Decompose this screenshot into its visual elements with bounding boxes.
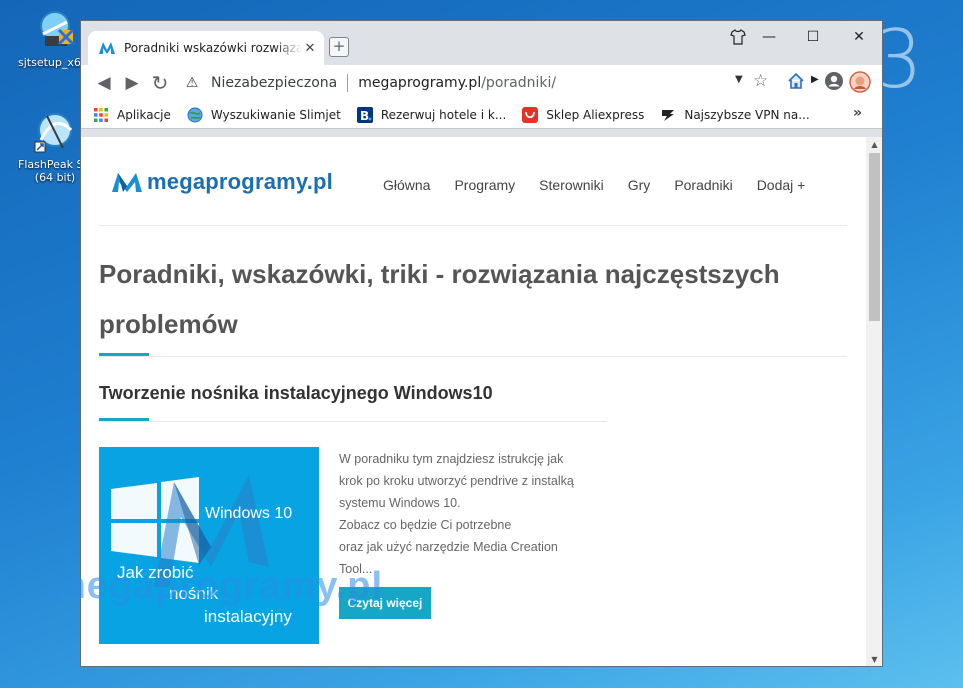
warning-icon[interactable]: ⚠ xyxy=(183,75,201,91)
description-line: oraz jak użyć narzędzie Media Creation xyxy=(339,540,558,554)
megaprogramy-favicon xyxy=(99,42,115,54)
window-close-button[interactable]: ✕ xyxy=(845,25,873,49)
tshirt-icon[interactable] xyxy=(724,25,752,49)
site-logo[interactable]: megaprogramy.pl xyxy=(111,169,333,195)
web-page: megaprogramy.pl Główna Programy Sterowni… xyxy=(81,137,868,666)
description-line: Tool... xyxy=(339,562,373,576)
bookmark-label: Wyszukiwanie Slimjet xyxy=(210,107,341,122)
tab-title: Poradniki wskazówki rozwiązania n xyxy=(124,41,302,55)
caret-right-icon[interactable]: ▶ xyxy=(811,74,819,85)
logo-text: megaprogramy.pl xyxy=(147,169,333,194)
omnibox-separator xyxy=(347,74,349,92)
bookmark-label: Najszybsze VPN na... xyxy=(684,107,810,122)
bookmark-slimjet-search[interactable]: Wyszukiwanie Slimjet xyxy=(187,107,341,123)
profile-icon[interactable] xyxy=(824,71,844,95)
title-divider xyxy=(99,356,847,357)
apps-grid-icon xyxy=(94,107,108,122)
thumbnail-line1: Jak zrobić xyxy=(117,563,194,582)
menu-item-poradniki[interactable]: Poradniki xyxy=(674,177,732,193)
back-button[interactable]: ◀ xyxy=(91,70,117,96)
thumbnail-brand: Windows 10 xyxy=(205,505,293,522)
main-menu: Główna Programy Sterowniki Gry Poradniki… xyxy=(371,177,817,193)
read-more-button[interactable]: Czytaj więcej xyxy=(339,587,431,619)
globe-icon xyxy=(33,110,77,154)
scroll-up-arrow-icon[interactable]: ▲ xyxy=(866,137,882,153)
tab-close-icon[interactable]: ✕ xyxy=(302,41,318,56)
description-line: systemu Windows 10. xyxy=(339,496,461,510)
article-description: W poradniku tym znajdziesz istrukcję jak… xyxy=(339,448,609,580)
scroll-down-arrow-icon[interactable]: ▼ xyxy=(866,652,882,666)
url-host: megaprogramy.pl xyxy=(358,75,482,91)
address-bar[interactable]: ⚠ Niezabezpieczona megaprogramy.pl/porad… xyxy=(183,69,767,97)
minimize-button[interactable]: — xyxy=(755,25,783,49)
scrollbar-thumb[interactable] xyxy=(869,153,880,321)
bookmark-label: Sklep Aliexpress xyxy=(546,107,645,122)
dropdown-arrow-icon[interactable]: ▼ xyxy=(735,74,743,85)
bookmark-label: Rezerwuj hotele i k... xyxy=(380,107,507,122)
menu-item-gry[interactable]: Gry xyxy=(628,177,651,193)
description-line: W poradniku tym znajdziesz istrukcję jak xyxy=(339,452,564,466)
bookmark-vpn[interactable]: Najszybsze VPN na... xyxy=(660,107,810,123)
url-path: /poradniki/ xyxy=(481,75,557,91)
extension-avatar-icon[interactable] xyxy=(849,71,871,97)
header-divider xyxy=(99,225,847,226)
article-title-divider xyxy=(99,421,607,422)
browser-window: Poradniki wskazówki rozwiązania n ✕ + — … xyxy=(80,20,883,667)
menu-item-glowna[interactable]: Główna xyxy=(383,177,430,193)
toolbar: ◀ ▶ ↻ ⚠ Niezabezpieczona megaprogramy.pl… xyxy=(81,65,882,101)
page-title: Poradniki, wskazówki, triki - rozwiązani… xyxy=(99,259,780,339)
tab-poradniki[interactable]: Poradniki wskazówki rozwiązania n ✕ xyxy=(88,31,324,65)
bookmark-apps[interactable]: Aplikacje xyxy=(93,107,171,123)
bookmarks-overflow-button[interactable]: » xyxy=(853,105,862,121)
article-title[interactable]: Tworzenie nośnika instalacyjnego Windows… xyxy=(99,383,493,404)
description-line: Zobacz co będzie Ci potrzebne xyxy=(339,518,512,532)
megaprogramy-logo-icon xyxy=(112,173,142,192)
bookmark-booking[interactable]: B Rezerwuj hotele i k... xyxy=(356,106,507,123)
thumbnail-line2: nośnik xyxy=(169,584,219,603)
tab-bar: Poradniki wskazówki rozwiązania n ✕ + — … xyxy=(81,21,882,65)
security-label[interactable]: Niezabezpieczona xyxy=(211,75,337,91)
thumbnail-line3: instalacyjny xyxy=(204,607,292,626)
page-scrollbar[interactable]: ▲ ▼ xyxy=(866,137,882,666)
svg-text:B: B xyxy=(360,109,369,123)
menu-item-sterowniki[interactable]: Sterowniki xyxy=(539,177,604,193)
reload-button[interactable]: ↻ xyxy=(147,70,173,96)
aliexpress-icon xyxy=(522,106,539,123)
article-thumbnail[interactable]: Windows 10 Jak zrobić nośnik instalacyjn… xyxy=(99,447,319,644)
bookmarks-bar: Aplikacje Wyszukiwanie Slimjet B Rezerwu… xyxy=(81,101,882,129)
globe-icon xyxy=(187,107,203,122)
installer-icon xyxy=(33,8,77,52)
maximize-button[interactable]: ☐ xyxy=(799,25,827,49)
forward-button[interactable]: ▶ xyxy=(119,70,145,96)
vpn-icon xyxy=(662,109,675,121)
booking-icon: B xyxy=(356,106,373,123)
bookmark-aliexpress[interactable]: Sklep Aliexpress xyxy=(522,106,645,123)
bookmark-label: Aplikacje xyxy=(117,107,171,122)
menu-item-programy[interactable]: Programy xyxy=(454,177,515,193)
new-tab-button[interactable]: + xyxy=(329,37,349,57)
menu-item-dodaj[interactable]: Dodaj + xyxy=(757,177,806,193)
home-icon[interactable] xyxy=(787,72,805,94)
star-icon[interactable]: ☆ xyxy=(753,71,768,91)
description-line: krok po kroku utworzyć pendrive z instal… xyxy=(339,474,574,488)
